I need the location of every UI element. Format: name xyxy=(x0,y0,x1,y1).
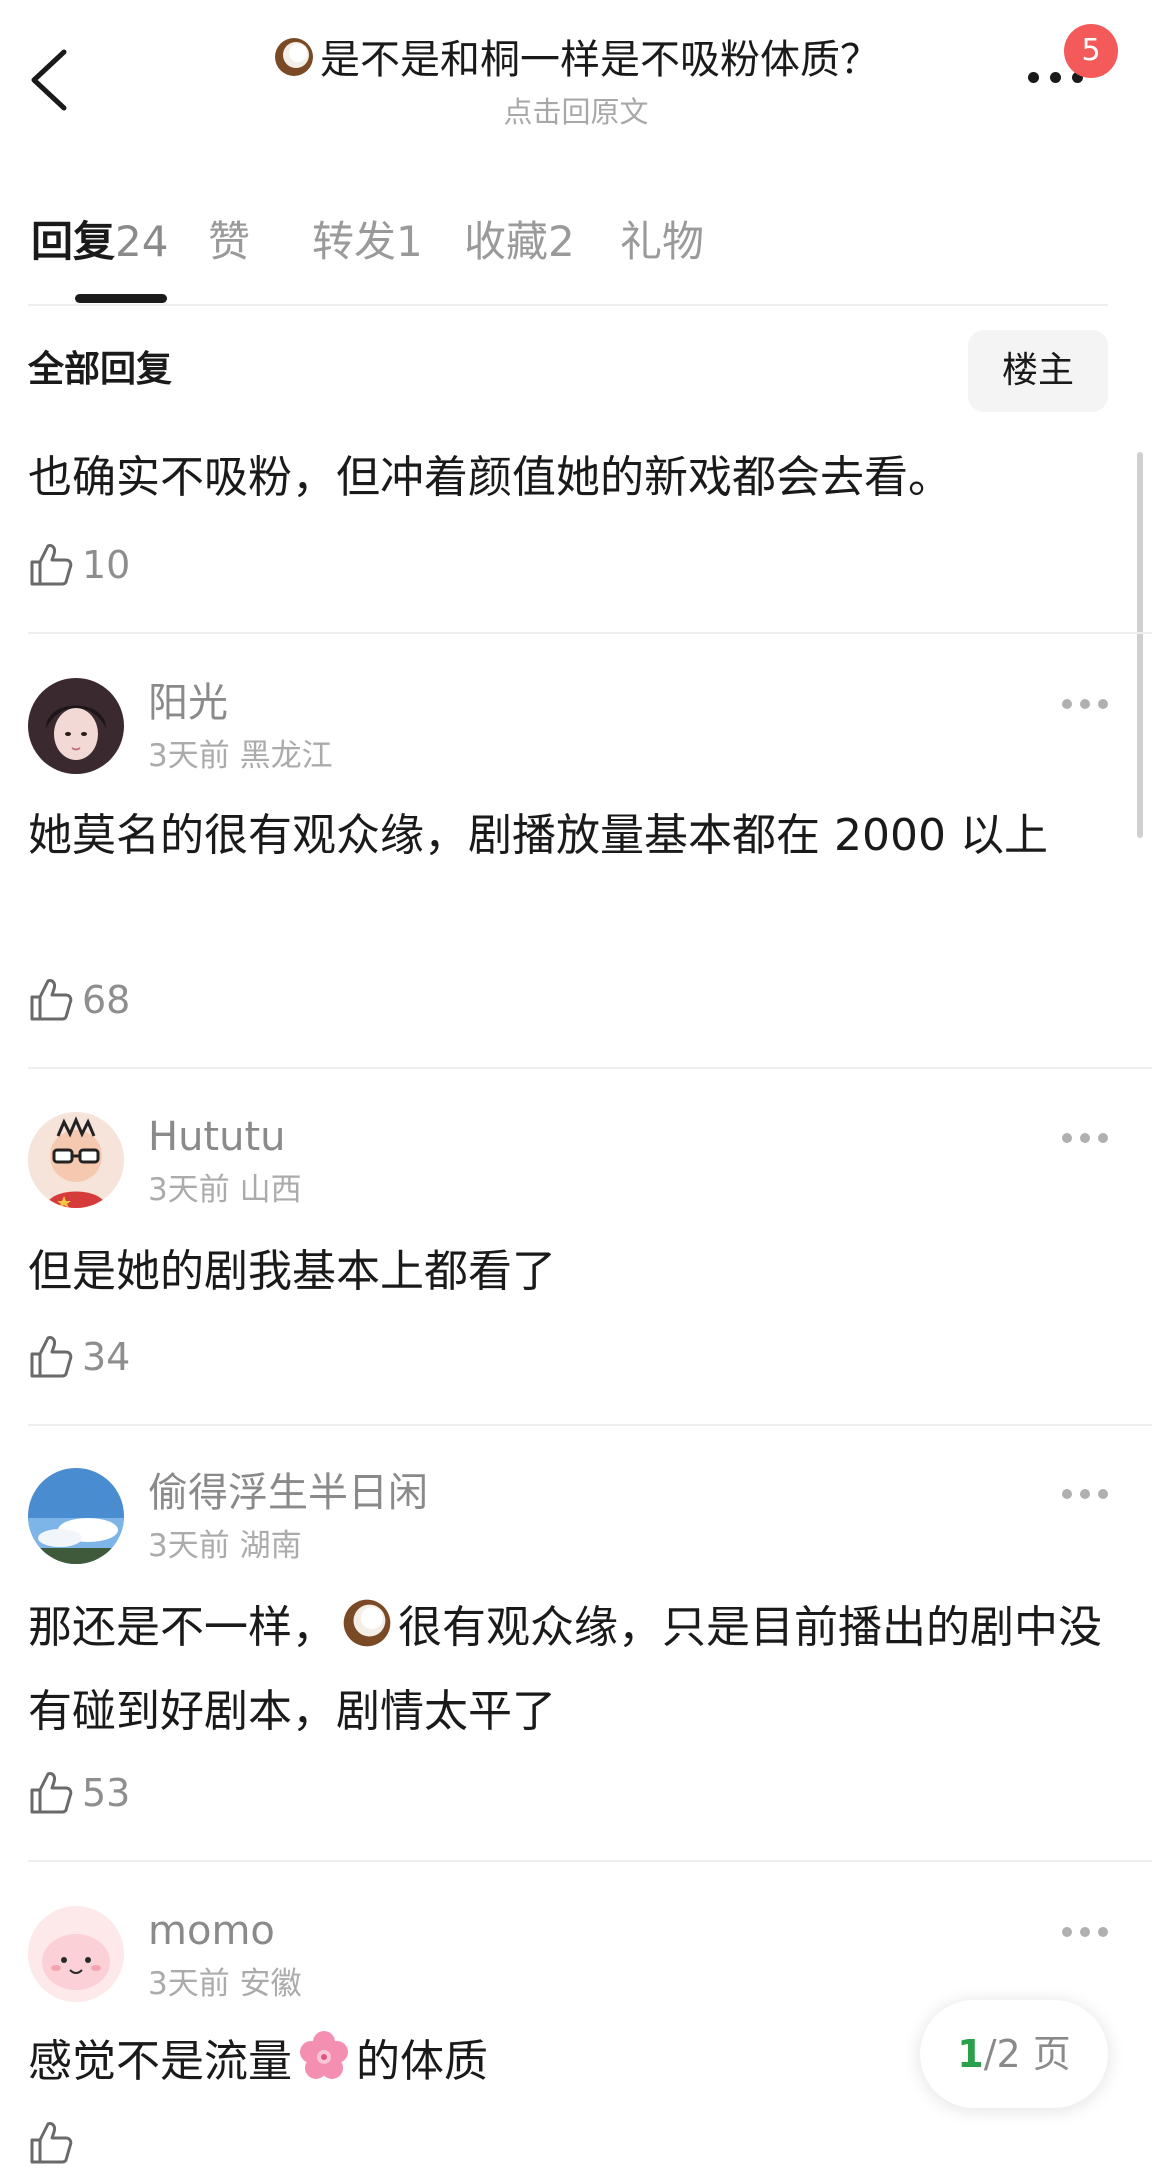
divider xyxy=(28,1067,1152,1069)
title-area[interactable]: 是不是和桐一样是不吸粉体质？ 点击回原文 xyxy=(0,34,1152,130)
comment-more-button[interactable] xyxy=(1062,1128,1108,1148)
page-indicator[interactable]: 1/2 页 xyxy=(920,2000,1108,2108)
thumbs-up-icon xyxy=(30,2122,73,2164)
tab-label: 赞 xyxy=(208,217,251,266)
user-name[interactable]: momo xyxy=(148,1906,275,1956)
more-dot xyxy=(1062,1133,1072,1143)
avatar[interactable] xyxy=(28,1112,124,1208)
thumbs-up-icon xyxy=(30,544,73,586)
comment-time: 3天前 xyxy=(148,1172,230,1208)
thumbs-up-icon xyxy=(30,1336,73,1378)
top-bar: 是不是和桐一样是不吸粉体质？ 点击回原文 5 xyxy=(0,0,1152,150)
tab-label: 礼物 xyxy=(620,217,705,266)
active-tab-indicator xyxy=(75,294,167,303)
tab-favorites[interactable]: 收藏2 xyxy=(464,214,575,270)
comment-text-part: 的体质 xyxy=(356,2036,488,2087)
comment-text-part: 那还是不一样， xyxy=(28,1602,336,1653)
more-dot xyxy=(1098,1927,1108,1937)
comment-location: 安徽 xyxy=(239,1966,302,2002)
coconut-icon xyxy=(272,35,316,92)
more-dot xyxy=(1062,1489,1072,1499)
tab-reposts[interactable]: 转发1 xyxy=(312,214,423,270)
more-dot xyxy=(1080,1489,1090,1499)
thumbs-up-icon xyxy=(30,979,73,1021)
comment-text: 也确实不吸粉，但冲着颜值她的新戏都会去看。 xyxy=(28,452,952,503)
divider xyxy=(28,304,1108,306)
back-to-original-link[interactable]: 点击回原文 xyxy=(0,94,1152,130)
comment-more-button[interactable] xyxy=(1062,694,1108,714)
comment-text: 那还是不一样， 很有观众缘，只是目前播出的剧中没有碰到好剧本，剧情太平了 xyxy=(28,1590,1108,1750)
more-dot xyxy=(1062,699,1072,709)
tab-count: 2 xyxy=(548,217,575,266)
tab-label: 回复 xyxy=(31,217,116,266)
divider xyxy=(28,632,1152,634)
more-dot xyxy=(1098,1133,1108,1143)
notification-badge: 5 xyxy=(1064,24,1118,78)
comment-location: 山西 xyxy=(239,1172,302,1208)
tab-count: 1 xyxy=(396,217,423,266)
more-dot xyxy=(1080,1927,1090,1937)
comment-time: 3天前 xyxy=(148,738,230,774)
tab-count: 24 xyxy=(115,217,169,266)
post-title: 是不是和桐一样是不吸粉体质？ xyxy=(0,34,1152,92)
tab-replies[interactable]: 回复24 xyxy=(31,214,168,270)
more-dot xyxy=(1098,1489,1108,1499)
post-title-text: 是不是和桐一样是不吸粉体质？ xyxy=(320,37,880,83)
total-pages: /2 页 xyxy=(983,2032,1071,2076)
comment-meta: 3天前 山西 xyxy=(148,1170,302,1210)
user-name[interactable]: 偷得浮生半日闲 xyxy=(148,1468,428,1518)
coconut-icon xyxy=(340,1596,394,1674)
comment-text: 她莫名的很有观众缘，剧播放量基本都在 2000 以上 xyxy=(28,810,1048,861)
user-name[interactable]: 阳光 xyxy=(148,678,228,728)
more-dot xyxy=(1080,699,1090,709)
comment-text: 但是她的剧我基本上都看了 xyxy=(28,1246,556,1297)
cherry-blossom-icon xyxy=(296,2028,352,2108)
avatar[interactable] xyxy=(28,1906,124,2002)
like-count: 68 xyxy=(82,978,131,1022)
all-replies-label: 全部回复 xyxy=(28,349,173,390)
scrollbar[interactable] xyxy=(1137,452,1143,838)
comment-meta: 3天前 安徽 xyxy=(148,1964,302,2004)
divider xyxy=(28,1424,1152,1426)
more-dot xyxy=(1062,1927,1072,1937)
tab-gifts[interactable]: 礼物 xyxy=(620,214,704,270)
avatar[interactable] xyxy=(28,1468,124,1564)
comment-time: 3天前 xyxy=(148,1528,230,1564)
like-count: 34 xyxy=(82,1335,131,1379)
comment-location: 湖南 xyxy=(239,1528,302,1564)
more-dot xyxy=(1080,1133,1090,1143)
comment-location: 黑龙江 xyxy=(239,738,333,774)
comment-meta: 3天前 湖南 xyxy=(148,1526,302,1566)
thumbs-up-icon xyxy=(30,1772,73,1814)
avatar[interactable] xyxy=(28,678,124,774)
comment-text-part: 感觉不是流量 xyxy=(28,2036,292,2087)
tab-likes[interactable]: 赞 xyxy=(208,214,250,270)
more-dot xyxy=(1050,72,1061,83)
replies-header: 全部回复 楼主 xyxy=(28,330,1108,412)
comment-time: 3天前 xyxy=(148,1966,230,2002)
more-dot xyxy=(1098,699,1108,709)
user-name[interactable]: Hututu xyxy=(148,1112,286,1162)
current-page: 1 xyxy=(957,2032,984,2076)
tab-label: 转发 xyxy=(312,217,397,266)
comment-more-button[interactable] xyxy=(1062,1922,1108,1942)
like-count: 10 xyxy=(82,543,131,587)
divider xyxy=(28,1860,1152,1862)
more-dot xyxy=(1028,72,1039,83)
comment-meta: 3天前 黑龙江 xyxy=(148,736,333,776)
owner-filter-button[interactable]: 楼主 xyxy=(968,330,1108,412)
like-count: 53 xyxy=(82,1771,131,1815)
tab-label: 收藏 xyxy=(464,217,549,266)
comment-more-button[interactable] xyxy=(1062,1484,1108,1504)
tab-bar: 回复24 赞 转发1 收藏2 礼物 xyxy=(28,200,1108,305)
